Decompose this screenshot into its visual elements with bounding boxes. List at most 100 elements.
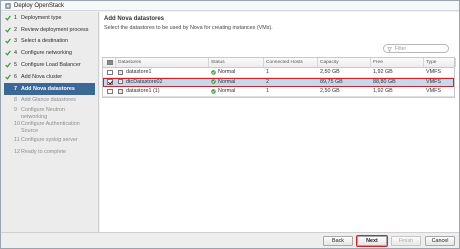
main-panel: Add Nova datastores Select the datastore… — [100, 12, 459, 232]
step-indicator-empty — [5, 121, 11, 127]
step-number: 8 — [14, 97, 17, 104]
filter-input[interactable]: Filter — [383, 44, 449, 53]
step-label: Configure syslog server — [21, 137, 78, 144]
step-label: Ready to complete — [21, 149, 66, 156]
window-title: Deploy OpenStack — [14, 3, 65, 9]
step-label: Configure Neutron networking — [21, 107, 66, 120]
step-add-nova-datastores[interactable]: 7 Add Nova datastores — [4, 82, 95, 95]
datastore-icon — [118, 79, 123, 85]
wizard-steps-sidebar: 1 Deployment type 2 Review deployment pr… — [1, 12, 99, 232]
column-header-type[interactable]: Type — [424, 58, 456, 67]
datastore-icon — [118, 69, 123, 75]
table-row[interactable]: datastore1 Normal 1 2,50 GB 1,92 GB VMFS — [103, 68, 454, 78]
next-button[interactable]: Next — [355, 234, 389, 248]
filter-placeholder: Filter — [395, 46, 407, 53]
column-header-datastores[interactable]: Datastores — [116, 58, 209, 67]
back-button[interactable]: Back — [323, 236, 353, 246]
step-label: Select a destination — [21, 38, 69, 45]
row-checkbox-checked[interactable] — [107, 79, 113, 85]
check-icon — [5, 50, 11, 56]
step-review-deployment-process[interactable]: 2 Review deployment process — [1, 24, 98, 36]
ok-status-icon — [211, 70, 216, 75]
step-configure-load-balancer[interactable]: 5 Configure Load Balancer — [1, 59, 98, 71]
step-ready-to-complete: 12 Ready to complete — [1, 146, 98, 158]
step-configure-networking[interactable]: 4 Configure networking — [1, 47, 98, 59]
datastore-name-cell: datastore1 (1) — [116, 87, 209, 96]
step-label: Configure Authentication Source — [21, 121, 80, 134]
table-row[interactable]: datastore1 (1) Normal 1 2,50 GB 1,92 GB … — [103, 87, 454, 97]
filter-icon — [387, 46, 392, 52]
page-description: Select the datastores to be used by Nova… — [104, 25, 273, 31]
row-checkbox-cell[interactable] — [103, 78, 116, 87]
column-header-status[interactable]: Status — [209, 58, 264, 67]
step-add-glance-datastores: 8 Add Glance datastores — [1, 95, 98, 107]
step-label: Review deployment process — [21, 26, 89, 33]
wizard-footer: Back Next Finish Cancel — [1, 232, 459, 248]
row-checkbox-cell[interactable] — [103, 68, 116, 77]
select-all-cell[interactable] — [103, 58, 116, 67]
step-number: 11 — [14, 137, 20, 144]
step-indicator-empty — [5, 149, 11, 155]
row-checkbox-cell[interactable] — [103, 87, 116, 96]
step-configure-neutron-networking: 9 Configure Neutron networking — [1, 106, 98, 120]
select-all-checkbox[interactable] — [107, 59, 113, 66]
step-number: 4 — [14, 50, 17, 57]
datastore-name: datastore1 (1) — [126, 88, 160, 95]
step-number: 12 — [14, 149, 20, 156]
page-title: Add Nova datastores — [104, 16, 165, 22]
step-deployment-type[interactable]: 1 Deployment type — [1, 12, 98, 24]
row-checkbox[interactable] — [107, 69, 113, 75]
table-header: Datastores Status Connected Hosts Capaci… — [103, 58, 456, 68]
free-cell: 88,80 GB — [373, 78, 396, 85]
step-number: 10 — [14, 121, 20, 128]
connected-hosts-cell: 1 — [266, 69, 269, 76]
step-number: 7 — [14, 85, 17, 92]
capacity-cell: 89,75 GB — [320, 78, 343, 85]
status-cell: Normal — [209, 78, 264, 87]
type-cell: VMFS — [426, 88, 441, 95]
status-text: Normal — [218, 69, 236, 76]
column-header-free[interactable]: Free — [371, 58, 424, 67]
row-checkbox[interactable] — [107, 88, 113, 94]
step-indicator-empty — [5, 137, 11, 143]
check-icon — [5, 74, 11, 80]
datastore-icon — [118, 88, 123, 94]
status-text: Normal — [218, 78, 236, 85]
title-bar: Deploy OpenStack — [1, 1, 459, 11]
column-header-connected-hosts[interactable]: Connected Hosts — [264, 58, 318, 67]
check-icon — [5, 27, 11, 33]
connected-hosts-cell: 1 — [266, 88, 269, 95]
connected-hosts-cell: 2 — [266, 78, 269, 85]
ok-status-icon — [211, 89, 216, 94]
step-label: Add Nova cluster — [21, 73, 63, 80]
step-label: Deployment type — [21, 14, 62, 21]
capacity-cell: 2,50 GB — [320, 88, 340, 95]
cancel-button[interactable]: Cancel — [425, 236, 455, 246]
free-cell: 1,92 GB — [373, 88, 393, 95]
datastore-name-cell: dtcDatastore02 — [116, 78, 209, 87]
step-label: Configure networking — [21, 50, 72, 57]
vsphere-app-icon — [5, 3, 11, 9]
capacity-cell: 2,50 GB — [320, 69, 340, 76]
step-number: 5 — [14, 62, 17, 69]
step-label: Add Glance datastores — [21, 97, 76, 104]
step-number: 3 — [14, 38, 17, 45]
type-cell: VMFS — [426, 78, 441, 85]
step-indicator-empty — [5, 107, 11, 113]
status-cell: Normal — [209, 87, 264, 96]
ok-status-icon — [211, 79, 216, 84]
step-select-destination[interactable]: 3 Select a destination — [1, 36, 98, 48]
step-number: 2 — [14, 26, 17, 33]
step-add-nova-cluster[interactable]: 6 Add Nova cluster — [1, 71, 98, 83]
check-icon — [5, 15, 11, 21]
step-indicator-empty — [5, 97, 11, 103]
step-number: 1 — [14, 14, 17, 21]
datastore-name: dtcDatastore02 — [126, 78, 163, 85]
step-number: 9 — [14, 107, 17, 114]
column-header-capacity[interactable]: Capacity — [318, 58, 371, 67]
step-configure-syslog-server: 11 Configure syslog server — [1, 134, 98, 146]
datastores-table: Datastores Status Connected Hosts Capaci… — [102, 57, 456, 98]
table-row-selected[interactable]: dtcDatastore02 Normal 2 89,75 GB 88,80 G… — [103, 77, 454, 87]
step-number: 6 — [14, 73, 17, 80]
datastore-name: datastore1 — [126, 69, 152, 76]
